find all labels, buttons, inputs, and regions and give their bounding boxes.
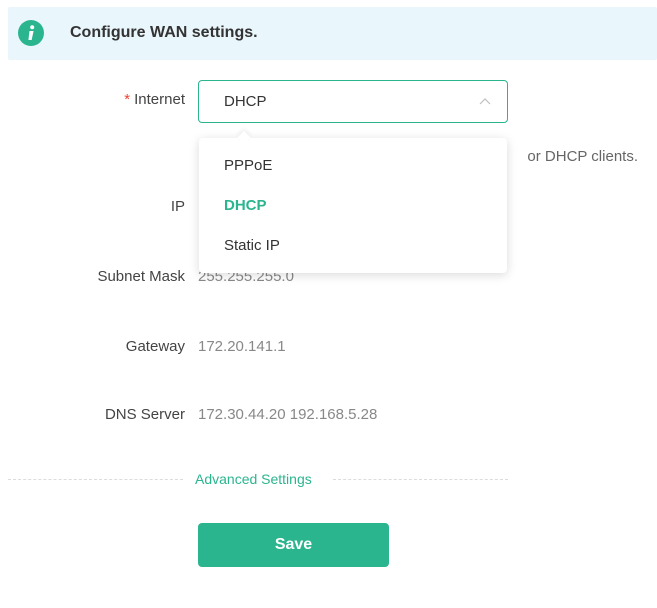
divider-left [8, 479, 183, 480]
info-banner: Configure WAN settings. [8, 7, 657, 60]
dns-server-label: DNS Server [104, 406, 185, 423]
option-pppoe[interactable]: PPPoE [199, 146, 507, 186]
internet-dropdown-menu: PPPoE DHCP Static IP [199, 130, 507, 273]
internet-select[interactable]: DHCP [198, 80, 508, 123]
info-icon [18, 20, 44, 46]
divider-right [333, 479, 508, 480]
internet-select-value: DHCP [224, 93, 267, 110]
advanced-settings-link[interactable]: Advanced Settings [195, 471, 312, 487]
internet-label: * Internet [124, 91, 185, 108]
subnet-mask-label: Subnet Mask [97, 268, 185, 285]
banner-title: Configure WAN settings. [70, 24, 258, 41]
wan-settings-page: Configure WAN settings. * Internet DHCP o… [0, 0, 657, 608]
chevron-up-icon [479, 98, 491, 105]
option-static-ip[interactable]: Static IP [199, 226, 507, 266]
option-dhcp[interactable]: DHCP [199, 186, 507, 226]
dns-server-value: 172.30.44.20 192.168.5.28 [198, 406, 378, 423]
gateway-label: Gateway [125, 338, 185, 355]
ip-label: IP [170, 198, 185, 215]
dropdown-pointer [236, 130, 252, 146]
save-button[interactable]: Save [198, 523, 389, 567]
required-mark: * [124, 91, 131, 108]
gateway-value: 172.20.141.1 [198, 338, 286, 355]
internet-label-text: Internet [134, 91, 185, 108]
